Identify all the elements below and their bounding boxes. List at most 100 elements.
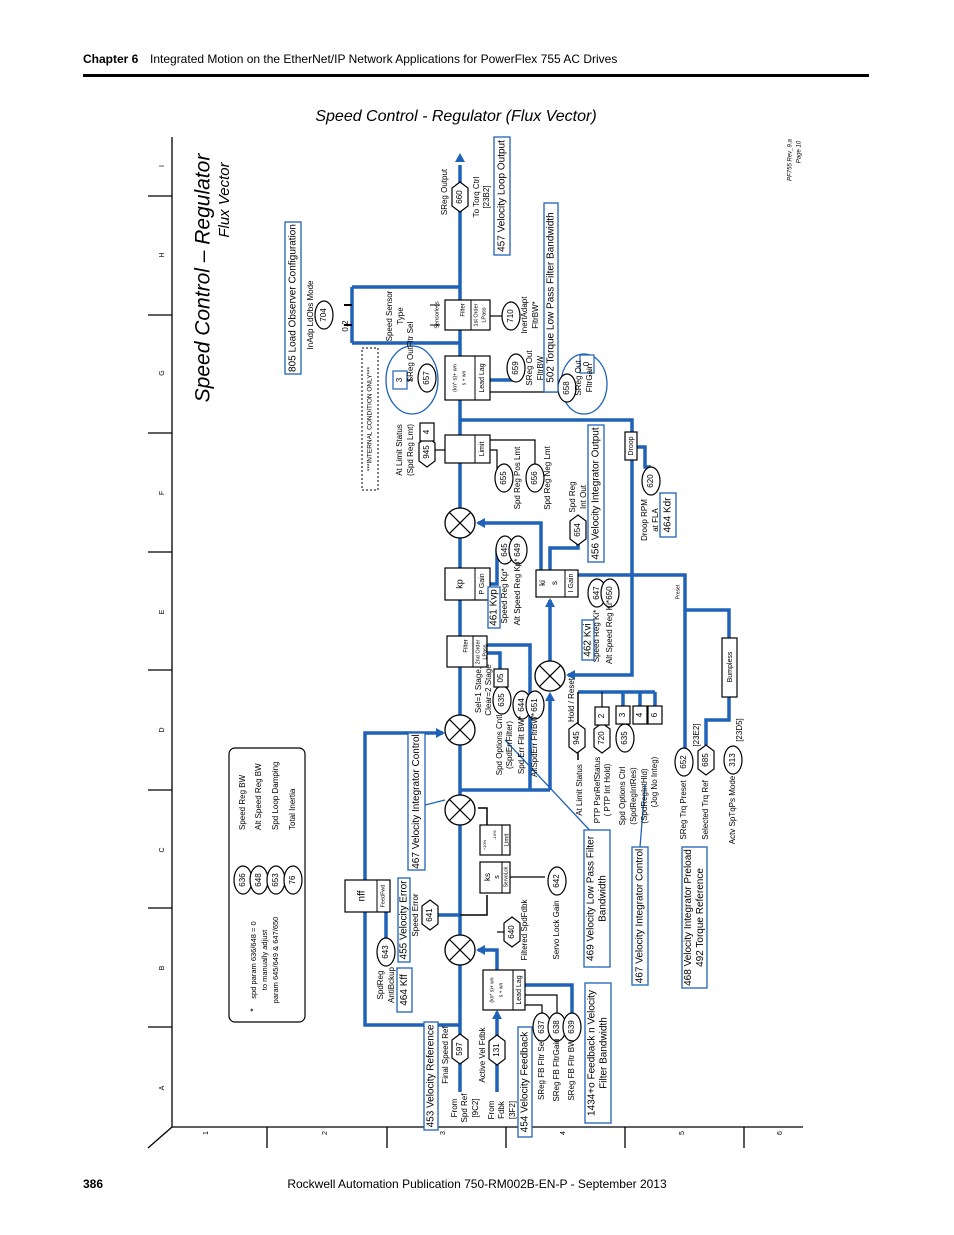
label: LPass	[481, 307, 487, 323]
column-number: 4	[560, 1131, 567, 1135]
label: s	[494, 875, 501, 879]
parameter-number: 650	[605, 586, 614, 600]
parameter-number: 635	[620, 731, 629, 745]
parameter-number: 643	[381, 945, 390, 959]
bit-number: 05	[496, 673, 505, 682]
arrow-icon	[545, 692, 555, 701]
label-fb3: SReg FB Fltr BW	[567, 1039, 576, 1101]
label-sg2: FltrGain	[585, 364, 594, 392]
label-soc5: (SpdRegIntHld)	[640, 768, 649, 823]
column-number: 5	[679, 1131, 686, 1135]
label-v02: 0.2	[341, 320, 350, 332]
callout-text: 1434+o Feedback n Velocity	[587, 990, 598, 1116]
label-kp2: Alt Speed Reg Kp*	[513, 559, 522, 626]
label-r23e2: [23E2]	[692, 723, 701, 746]
parameter-number: 945	[422, 445, 431, 459]
label: Limit	[479, 442, 486, 457]
callout-text: 467 Velocity Integrator Control	[411, 734, 422, 869]
row-letter: A	[159, 1085, 166, 1090]
parameter-number: 637	[537, 1020, 546, 1034]
parameter-number: 635	[497, 693, 506, 707]
callout-text: 805 Load Observer Configuration	[288, 224, 299, 372]
label-stage2: Clear=2 Stage	[484, 664, 493, 716]
label: 1st Order	[473, 303, 479, 326]
label-fb2: SReg FB FltrGain	[552, 1038, 561, 1101]
row-letter: H	[159, 252, 166, 257]
label-efb: Spd Err Filt BW*	[517, 716, 526, 774]
label-so1: SReg Out	[525, 350, 534, 386]
note-asterisk: *	[248, 1008, 258, 1012]
callout-text: 457 Velocity Loop Output	[497, 140, 508, 252]
label: P Gain	[479, 573, 486, 594]
label: nff	[357, 890, 368, 901]
callout-text: 469 Velocity Low Pass Filter	[586, 835, 597, 961]
parameter-number: 641	[425, 908, 434, 922]
label-fr3: [9C2]	[471, 1098, 480, 1117]
parameter-number: 657	[422, 371, 431, 385]
parameter-number: 648	[254, 873, 263, 887]
label-serr: Speed Error	[411, 893, 420, 936]
parameter-number: 652	[679, 755, 688, 769]
label-soc3: Spd Options Ctrl	[618, 766, 627, 825]
parameter-number: 651	[530, 698, 539, 712]
bit-number: 3	[395, 377, 404, 382]
label-neglmt: Spd Reg Neg Lmt	[543, 445, 552, 509]
callout-text: 461 Kvp	[489, 589, 500, 626]
parameter-number: 710	[506, 309, 515, 323]
parameter-number: 620	[646, 474, 655, 488]
parameter-number: 945	[572, 731, 581, 745]
label-to_torq: To Torq Ctrl	[472, 176, 481, 217]
label: ServoLck	[503, 866, 509, 887]
label-als3: At Limit Status	[575, 764, 584, 816]
label: ki	[538, 580, 547, 586]
parameter-number: 720	[597, 731, 606, 745]
label: s + wn	[461, 370, 467, 385]
label-ptp2: ( PTP Int Hold)	[603, 763, 612, 816]
label-outfltr: SReg OutFltr Sel	[406, 322, 415, 383]
arrow-icon	[476, 945, 485, 955]
label-ff3: [3F2]	[508, 1101, 517, 1119]
row-letter: B	[159, 965, 166, 970]
note-label: Spd Loop Damping	[271, 762, 280, 831]
row-letter: I	[159, 165, 166, 167]
row-letter: F	[159, 491, 166, 495]
signal-line	[490, 449, 498, 470]
label: s + wn	[498, 982, 504, 997]
label-ff1: From	[487, 1100, 496, 1119]
label-dr2: at FLA	[651, 508, 660, 532]
callout-text: 455 Velocity Error	[399, 880, 410, 960]
parameter-number: 704	[319, 308, 328, 322]
label-sst2: Type	[396, 307, 405, 325]
label-stage1: Sel=1 Stage,	[474, 667, 483, 713]
parameter-number: 640	[507, 925, 516, 939]
signal-line	[478, 948, 499, 970]
diagram-subtitle: Flux Vector	[216, 161, 233, 237]
parameter-number: 660	[455, 190, 464, 204]
parameter-number: 76	[288, 875, 297, 884]
parameter-number: 649	[513, 543, 522, 557]
parameter-number: 656	[530, 471, 539, 485]
label: Limit	[505, 833, 511, 846]
callout-text: 467 Velocity Integrator Control	[635, 849, 646, 984]
signal-line	[704, 697, 731, 745]
signal-line	[363, 731, 443, 880]
column-number: 1	[203, 1131, 210, 1135]
bit-number: 4	[635, 712, 644, 717]
parameter-number: 659	[511, 361, 520, 375]
label-ki2: Alt Speed Reg Ki*	[605, 600, 614, 664]
label-als2: (Spd Reg Lmt)	[406, 424, 415, 476]
row-letter: C	[159, 847, 166, 852]
label-fsf: Filtered SpdFdbk	[520, 899, 529, 961]
parameter-number: 647	[592, 586, 601, 600]
label: 2nd Order	[475, 639, 481, 664]
label-soc6: (Jog No Integ)	[650, 756, 659, 807]
callout-text: Bandwidth	[598, 875, 609, 922]
label-slg: Servo Lock Gain	[552, 900, 561, 959]
callout-text: 464 Kff	[399, 974, 410, 1006]
label-hold: Hold / Reset	[567, 677, 576, 722]
row-letter: G	[159, 370, 166, 375]
label-sreg_output: SReg Output	[440, 168, 449, 215]
label: +10%	[482, 839, 487, 850]
arrow-icon	[476, 518, 485, 528]
label-fr1: From	[450, 1098, 459, 1117]
